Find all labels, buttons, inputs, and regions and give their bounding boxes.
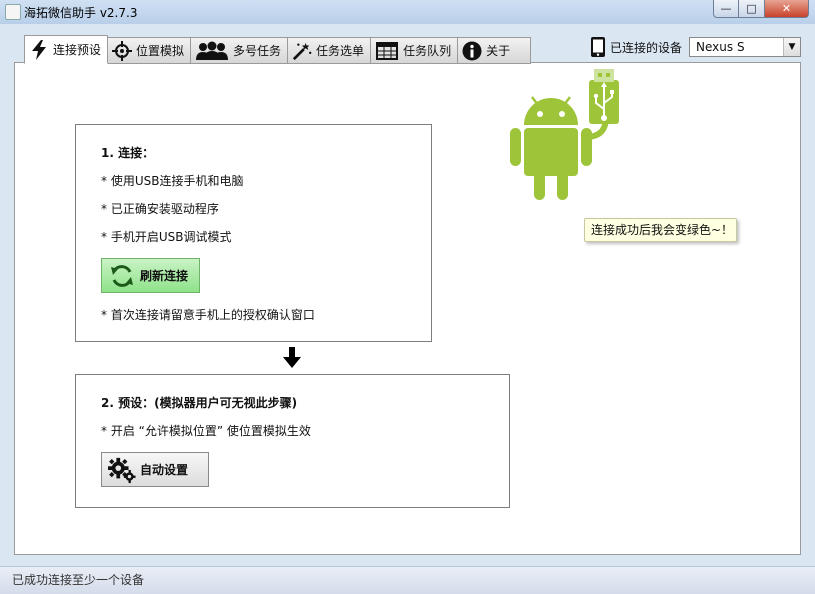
window-title: 海拓微信助手 v2.7.3 (24, 6, 138, 20)
title-bar[interactable]: 海拓微信助手 v2.7.3 — □ ✕ (0, 0, 815, 24)
auto-setup-button-label: 自动设置 (140, 463, 189, 477)
step1-heading: 1. 连接： (101, 146, 155, 160)
window-controls: — □ ✕ (713, 0, 809, 18)
tab-multi-account-tasks[interactable]: 多号任务 (191, 37, 289, 64)
chevron-down-icon[interactable]: ▼ (783, 38, 801, 56)
main-tab-bar: 连接预设 位置模拟 多号任务 任务选单 任务队列 关于 (24, 35, 532, 64)
tab-location-simulation[interactable]: 位置模拟 (108, 37, 192, 64)
table-icon (375, 41, 399, 61)
phone-icon (591, 37, 605, 57)
tab-label: 连接预设 (53, 43, 102, 57)
step1-line-usb: * 使用USB连接手机和电脑 (101, 174, 244, 188)
connected-device-area: 已连接的设备 Nexus S ▼ (590, 36, 802, 58)
tab-connection-preset[interactable]: 连接预设 (24, 35, 109, 64)
step1-authorization-note: * 首次连接请留意手机上的授权确认窗口 (101, 308, 315, 322)
auto-setup-button[interactable]: 自动设置 (101, 452, 209, 487)
tab-label: 任务队列 (403, 44, 452, 58)
close-button[interactable]: ✕ (765, 0, 809, 18)
step2-line-mock-location: * 开启 “允许模拟位置” 使位置模拟生效 (101, 424, 311, 438)
tab-label: 位置模拟 (136, 44, 185, 58)
refresh-connection-button[interactable]: 刷新连接 (101, 258, 200, 293)
tab-content-panel: 1. 连接： * 使用USB连接手机和电脑 * 已正确安装驱动程序 * 手机开启… (14, 62, 801, 555)
tab-task-queue[interactable]: 任务队列 (371, 37, 459, 64)
device-dropdown[interactable]: Nexus S ▼ (689, 37, 802, 57)
gears-icon (108, 456, 136, 484)
step2-preset-box: 2. 预设：(模拟器用户可无视此步骤) * 开启 “允许模拟位置” 使位置模拟生… (75, 374, 510, 508)
android-robot-icon (510, 69, 619, 200)
status-tooltip: 连接成功后我会变绿色~！ (584, 218, 737, 242)
users-icon (195, 41, 229, 61)
step1-line-debug: * 手机开启USB调试模式 (101, 230, 232, 244)
info-icon (462, 41, 482, 61)
magic-wand-icon (292, 41, 312, 61)
arrow-down-icon (283, 347, 301, 368)
status-bar: 已成功连接至少一个设备 (0, 566, 815, 594)
tab-about[interactable]: 关于 (458, 37, 532, 64)
step1-connect-box: 1. 连接： * 使用USB连接手机和电脑 * 已正确安装驱动程序 * 手机开启… (75, 124, 432, 342)
app-icon (5, 4, 21, 20)
lightning-icon (29, 39, 49, 60)
refresh-icon (108, 262, 136, 290)
step2-heading: 2. 预设：(模拟器用户可无视此步骤) (101, 396, 298, 410)
tab-task-menu[interactable]: 任务选单 (288, 37, 372, 64)
tab-label: 多号任务 (233, 44, 282, 58)
maximize-button[interactable]: □ (739, 0, 765, 18)
device-dropdown-value: Nexus S (696, 40, 745, 54)
refresh-button-label: 刷新连接 (140, 269, 189, 283)
app-window: 海拓微信助手 v2.7.3 — □ ✕ 1. 连接： * 使用USB连接手机和电… (0, 0, 815, 594)
tab-label: 关于 (486, 44, 511, 58)
status-text: 已成功连接至少一个设备 (12, 573, 145, 587)
connected-device-label: 已连接的设备 (610, 40, 683, 55)
tab-label: 任务选单 (316, 44, 365, 58)
crosshair-icon (112, 40, 133, 61)
minimize-button[interactable]: — (713, 0, 739, 18)
step1-line-driver: * 已正确安装驱动程序 (101, 202, 219, 216)
